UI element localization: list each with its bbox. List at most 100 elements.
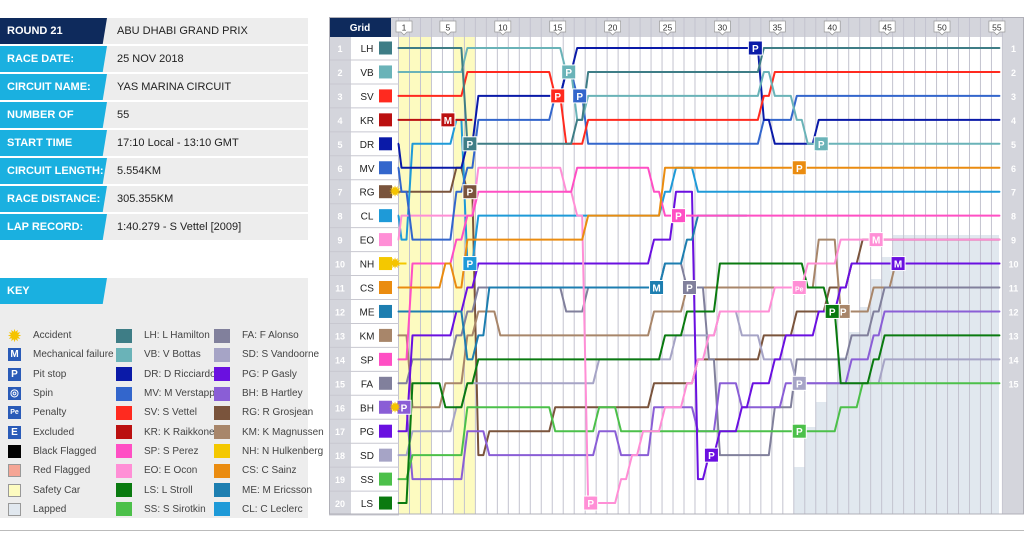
driver-color-swatch — [116, 367, 132, 382]
key-driver-label: FA: F Alonso — [242, 330, 299, 342]
finish-position-number: 10 — [1008, 260, 1018, 270]
lap-chart-svg: Grid 1 5 10 15 20 25 30 35 40 45 50 551 LH2 VB3 SV4 KR5 D… — [329, 17, 1024, 516]
key-driver-label: KM: K Magnussen — [242, 426, 324, 438]
info-row: START TIME 17:10 Local - 13:10 GMT — [0, 130, 308, 156]
pit-stop-icon: P — [8, 367, 21, 381]
grid-driver-code: RG — [360, 188, 375, 199]
finish-position-number: 4 — [1011, 116, 1016, 126]
info-row: ROUND 21 ABU DHABI GRAND PRIX — [0, 18, 308, 44]
grid-position-number: 8 — [337, 212, 342, 222]
event-marker-label: P — [796, 427, 803, 438]
key-item: Red Flagged — [8, 461, 114, 480]
info-label: LAP RECORD: — [0, 214, 107, 240]
key-driver-cl: CL: C Leclerc — [214, 500, 324, 519]
lap-tick-label: 45 — [882, 23, 892, 33]
event-marker-label: P — [686, 284, 693, 295]
driver-color-swatch — [214, 328, 230, 343]
grid-driver-code: ME — [360, 307, 375, 318]
key-driver-label: BH: B Hartley — [242, 388, 303, 400]
grid-position-number: 9 — [337, 236, 342, 246]
lap-tick-label: 5 — [446, 23, 451, 33]
key-item: Safety Car — [8, 480, 114, 499]
key-item: ✹ Accident — [8, 326, 114, 345]
event-marker-label: Pe — [795, 287, 804, 294]
key-driver-label: VB: V Bottas — [144, 349, 201, 361]
event-marker-label: P — [467, 188, 474, 199]
grid-driver-code: FA — [361, 379, 374, 390]
grid-driver-code: KM — [360, 331, 375, 342]
grid-position-number: 4 — [337, 116, 342, 126]
grid-driver-swatch-ss — [379, 472, 392, 486]
event-marker-label: M — [652, 284, 660, 295]
accident-icon: ✹ — [389, 256, 402, 273]
finish-position-number: 12 — [1008, 307, 1018, 317]
key-title: KEY — [0, 278, 107, 304]
driver-line-sv — [397, 70, 1001, 145]
driver-color-swatch — [116, 502, 132, 517]
grid-driver-swatch-eo — [379, 233, 392, 247]
grid-position-number: 20 — [335, 499, 345, 509]
key-driver-kr: KR: K Raikkonen — [116, 422, 226, 441]
key-item: Pe Penalty — [8, 403, 114, 422]
key-driver-label: EO: E Ocon — [144, 465, 198, 477]
grid-position-number: 16 — [335, 403, 345, 413]
driver-color-swatch — [214, 502, 230, 517]
event-marker-label: P — [554, 92, 561, 103]
info-value: 25 NOV 2018 — [117, 53, 184, 65]
driver-color-swatch — [214, 386, 230, 401]
grid-driver-code: SD — [360, 451, 374, 462]
grid-driver-code: DR — [360, 140, 374, 151]
grid-position-number: 19 — [335, 475, 345, 485]
driver-color-swatch — [214, 463, 230, 478]
accident-icon: ✹ — [389, 399, 402, 416]
finish-position-number: 1 — [1011, 44, 1016, 54]
lap-tick-label: 15 — [553, 23, 563, 33]
info-label: CIRCUIT NAME: — [0, 74, 107, 100]
driver-line-mv — [397, 70, 1001, 241]
finish-position-number: 7 — [1011, 188, 1016, 198]
key-label: Accident — [33, 330, 72, 342]
key-driver-ls: LS: L Stroll — [116, 480, 226, 499]
lap-tick-label: 10 — [498, 23, 508, 33]
key-item: E Excluded — [8, 422, 114, 441]
grid-position-number: 12 — [335, 307, 345, 317]
event-marker-label: P — [675, 212, 682, 223]
grid-position-number: 15 — [335, 379, 345, 389]
info-row: CIRCUIT NAME: YAS MARINA CIRCUIT — [0, 74, 308, 100]
grid-position-number: 2 — [337, 68, 342, 78]
driver-color-swatch — [116, 444, 132, 459]
key-driver-bh: BH: B Hartley — [214, 384, 324, 403]
info-row: NUMBER OF LAPS: 55 — [0, 102, 308, 128]
grid-driver-code: PG — [360, 427, 375, 438]
black-flag-icon — [8, 444, 21, 458]
finish-position-number: 15 — [1008, 379, 1018, 389]
penalty-icon: Pe — [8, 406, 21, 420]
grid-driver-swatch-vb — [379, 65, 392, 79]
info-value: 55 — [117, 109, 130, 121]
grid-driver-swatch-me — [379, 304, 392, 318]
driver-color-swatch — [214, 367, 230, 382]
lap-chart: Grid 1 5 10 15 20 25 30 35 40 45 50 55 1 LH 2 VB 3 SV 4 KR 5 D… — [329, 17, 1024, 517]
grid-driver-code: SP — [360, 355, 374, 366]
grid-driver-swatch-cl — [379, 209, 392, 223]
key-label: Mechanical failure — [33, 349, 114, 361]
key-label: Spin — [33, 388, 54, 400]
spin-icon: ◎ — [8, 387, 21, 401]
grid-position-number: 1 — [337, 44, 342, 54]
grid-driver-code: KR — [360, 116, 374, 127]
key-driver-label: LS: L Stroll — [144, 484, 193, 496]
grid-driver-code: BH — [360, 403, 374, 414]
key-item: M Mechanical failure — [8, 345, 114, 364]
grid-driver-swatch-sd — [379, 448, 392, 462]
lapped-icon — [8, 502, 21, 516]
grid-header-label: Grid — [350, 23, 371, 34]
key-driver-sp: SP: S Perez — [116, 442, 226, 461]
info-row: CIRCUIT LENGTH: 5.554KM — [0, 158, 308, 184]
driver-color-swatch — [214, 347, 230, 362]
grid-driver-code: LH — [361, 44, 374, 55]
key-driver-label: NH: N Hulkenberg — [242, 445, 324, 457]
grid-driver-swatch-fa — [379, 376, 392, 390]
driver-color-swatch — [116, 328, 132, 343]
grid-position-number: 17 — [335, 427, 345, 437]
grid-position-number: 10 — [335, 260, 345, 270]
